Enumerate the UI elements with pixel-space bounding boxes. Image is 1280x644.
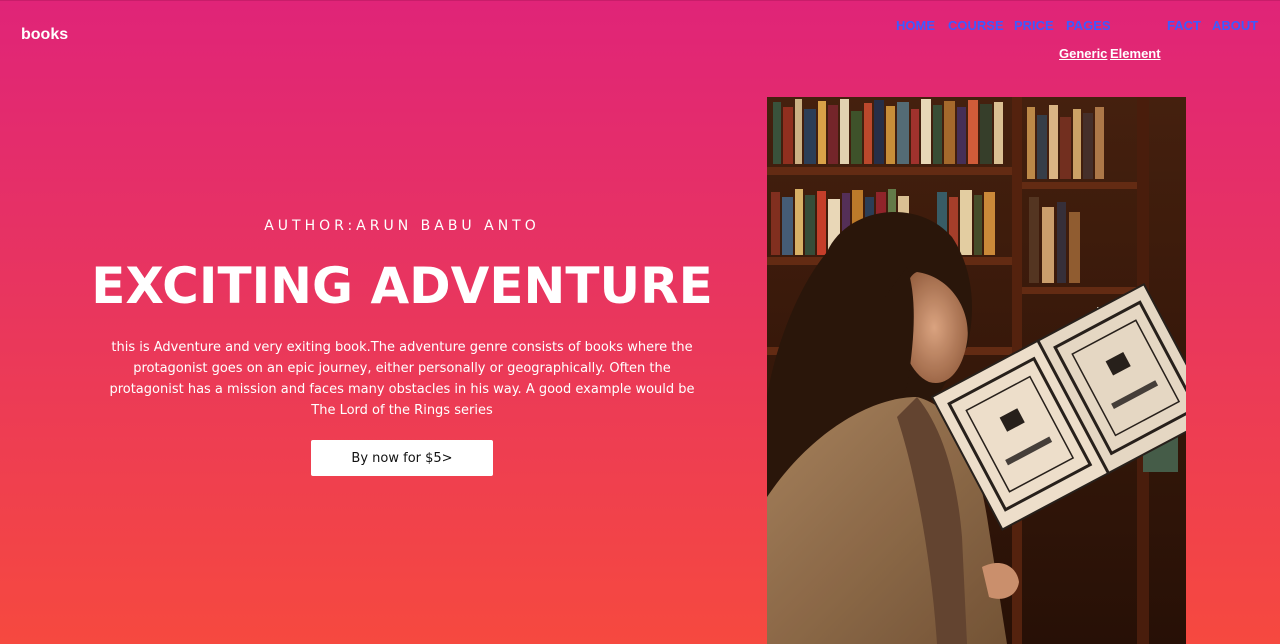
nav-price[interactable]: PRICE (1014, 18, 1054, 34)
nav-fact[interactable]: FACT (1167, 18, 1201, 34)
nav-home[interactable]: HOME (896, 18, 935, 34)
dropdown-item-element[interactable]: Element (1110, 47, 1161, 61)
nav-course[interactable]: COURSE (948, 18, 1004, 34)
nav-pages[interactable]: PAGES (1066, 18, 1111, 34)
nav-about[interactable]: ABOUT (1212, 18, 1258, 34)
dropdown-item-generic[interactable]: Generic (1059, 47, 1107, 61)
buy-button[interactable]: By now for $5> (311, 440, 493, 476)
top-border (0, 0, 1280, 1)
hero-title: EXCITING ADVENTURE (91, 257, 713, 315)
brand-logo[interactable]: books (21, 26, 68, 44)
hero-image (767, 97, 1186, 644)
hero-description: this is Adventure and very exiting book.… (109, 340, 695, 418)
author-line: author:Arun Babu Anto (264, 218, 540, 234)
